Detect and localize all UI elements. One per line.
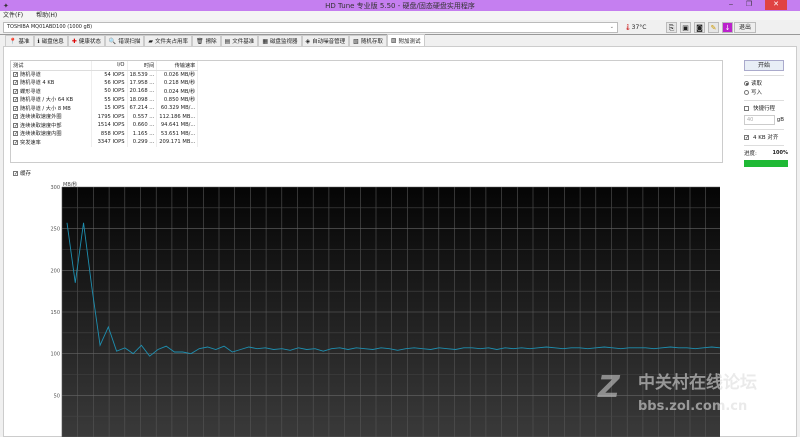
y-tick-label: 200 (50, 268, 60, 274)
watermark-text: bbs.zol.com.cn (638, 399, 747, 414)
watermark-text: 中关村在线论坛 (638, 372, 757, 393)
y-tick-label: 150 (50, 310, 60, 316)
y-tick-label: 100 (50, 352, 60, 358)
y-tick-label: 250 (50, 227, 60, 233)
y-tick-label: 50 (54, 393, 60, 399)
speed-chart: MB/秒 50100150200250300Z 中关村在线论坛bbs.zol.co… (50, 181, 757, 437)
watermark-text: Z (597, 370, 621, 405)
y-tick-label: 300 (50, 185, 60, 191)
